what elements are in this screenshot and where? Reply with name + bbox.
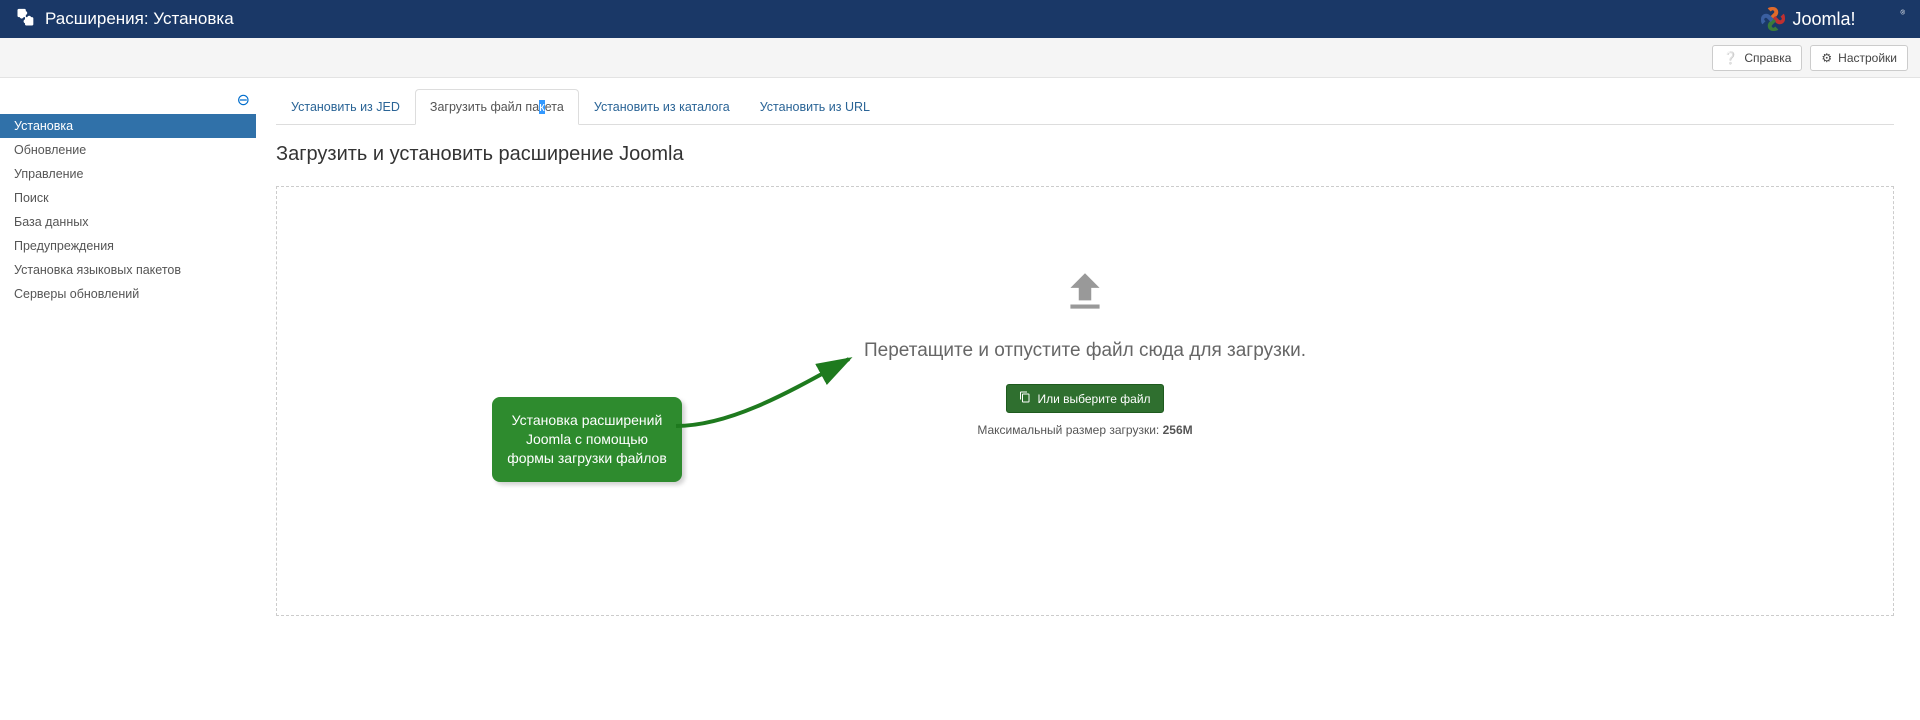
annotation-callout: Установка расширений Joomla с помощью фо…	[492, 397, 682, 482]
main-content: Установить из JED Загрузить файл пакета …	[256, 88, 1908, 636]
sidebar-item-label: Обновление	[14, 143, 86, 157]
sidebar-item-label: Поиск	[14, 191, 49, 205]
tab-install-url[interactable]: Установить из URL	[745, 89, 885, 125]
app-header: Расширения: Установка Joomla! ®	[0, 0, 1920, 38]
sidebar-item-warnings[interactable]: Предупреждения	[0, 234, 256, 258]
page-title: Расширения: Установка	[45, 9, 234, 29]
upload-dropzone[interactable]: Перетащите и отпустите файл сюда для заг…	[276, 186, 1894, 616]
help-button-label: Справка	[1744, 51, 1791, 65]
sidebar-item-label: База данных	[14, 215, 88, 229]
sidebar-item-discover[interactable]: Поиск	[0, 186, 256, 210]
annotation-text: Установка расширений Joomla с помощью фо…	[507, 412, 667, 466]
tab-install-folder[interactable]: Установить из каталога	[579, 89, 745, 125]
tab-label: Установить из URL	[760, 100, 870, 114]
max-upload-size: Максимальный размер загрузки: 256M	[977, 423, 1192, 437]
sidebar-collapse-icon[interactable]: ⊖	[237, 90, 250, 110]
options-button[interactable]: ⚙ Настройки	[1810, 45, 1908, 71]
sidebar-item-update[interactable]: Обновление	[0, 138, 256, 162]
sidebar-list: Установка Обновление Управление Поиск Ба…	[0, 114, 256, 306]
svg-text:®: ®	[1901, 10, 1906, 17]
install-tabs: Установить из JED Загрузить файл пакета …	[276, 88, 1894, 125]
sidebar-item-label: Установка	[14, 119, 73, 133]
sidebar-item-label: Установка языковых пакетов	[14, 263, 181, 277]
dropzone-text: Перетащите и отпустите файл сюда для заг…	[864, 340, 1306, 362]
sidebar: ⊖ Установка Обновление Управление Поиск …	[0, 88, 256, 306]
brand-logo: Joomla! ®	[1758, 0, 1908, 38]
select-file-button-label: Или выберите файл	[1037, 392, 1150, 406]
options-button-label: Настройки	[1838, 51, 1897, 65]
sidebar-item-label: Предупреждения	[14, 239, 114, 253]
tab-label-pre: Загрузить файл па	[430, 100, 539, 114]
upload-icon	[1060, 267, 1110, 320]
select-file-button[interactable]: Или выберите файл	[1006, 384, 1163, 413]
help-button[interactable]: ❔ Справка	[1712, 45, 1802, 71]
puzzle-icon	[15, 8, 35, 31]
tab-upload-package[interactable]: Загрузить файл пакета	[415, 89, 579, 125]
tab-install-jed[interactable]: Установить из JED	[276, 89, 415, 125]
sidebar-item-label: Управление	[14, 167, 84, 181]
tab-label: Установить из каталога	[594, 100, 730, 114]
max-upload-label: Максимальный размер загрузки:	[977, 423, 1162, 437]
tab-label-post: ета	[545, 100, 564, 114]
annotation-arrow-icon	[671, 351, 861, 431]
section-heading: Загрузить и установить расширение Joomla	[276, 143, 1894, 166]
max-upload-value: 256M	[1163, 423, 1193, 437]
toolbar: ❔ Справка ⚙ Настройки	[0, 38, 1920, 78]
gear-icon: ⚙	[1821, 51, 1832, 65]
sidebar-item-update-sites[interactable]: Серверы обновлений	[0, 282, 256, 306]
help-icon: ❔	[1723, 51, 1738, 65]
sidebar-item-label: Серверы обновлений	[14, 287, 139, 301]
sidebar-item-database[interactable]: База данных	[0, 210, 256, 234]
sidebar-item-manage[interactable]: Управление	[0, 162, 256, 186]
brand-text: Joomla!	[1793, 9, 1856, 29]
sidebar-item-install[interactable]: Установка	[0, 114, 256, 138]
tab-label: Установить из JED	[291, 100, 400, 114]
sidebar-item-languages[interactable]: Установка языковых пакетов	[0, 258, 256, 282]
copy-icon	[1019, 391, 1031, 406]
